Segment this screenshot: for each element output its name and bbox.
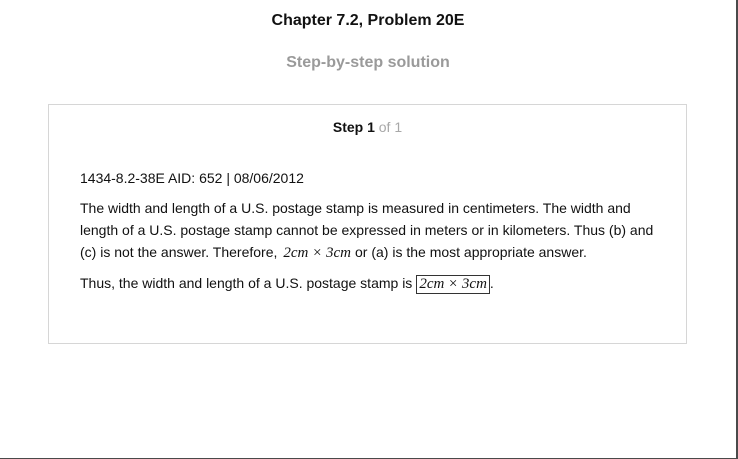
step-header: Step 1 of 1	[49, 119, 686, 135]
problem-meta-line: 1434-8.2-38E AID: 652 | 08/06/2012	[80, 170, 304, 186]
explanation-paragraph: The width and length of a U.S. postage s…	[80, 197, 665, 264]
step-label: Step 1	[332, 119, 375, 135]
chapter-problem-title: Chapter 7.2, Problem 20E	[271, 12, 465, 29]
step-card: Step 1 of 1 1434-8.2-38E AID: 652 | 08/0…	[48, 104, 687, 344]
conclusion-text: Thus, the width and length of a U.S. pos…	[80, 275, 413, 291]
step-count: of 1	[378, 119, 403, 135]
solution-subtitle: Step-by-step solution	[286, 54, 450, 71]
conclusion-period: .	[489, 275, 494, 291]
inline-math-answer: 2cm × 3cm	[283, 245, 351, 261]
explanation-text-continued: or (a) is the most appropriate answer.	[355, 244, 587, 260]
boxed-final-answer: 2cm × 3cm	[416, 275, 490, 294]
step-content: 1434-8.2-38E AID: 652 | 08/06/2012 The w…	[80, 167, 665, 302]
conclusion-paragraph: Thus, the width and length of a U.S. pos…	[80, 272, 665, 294]
